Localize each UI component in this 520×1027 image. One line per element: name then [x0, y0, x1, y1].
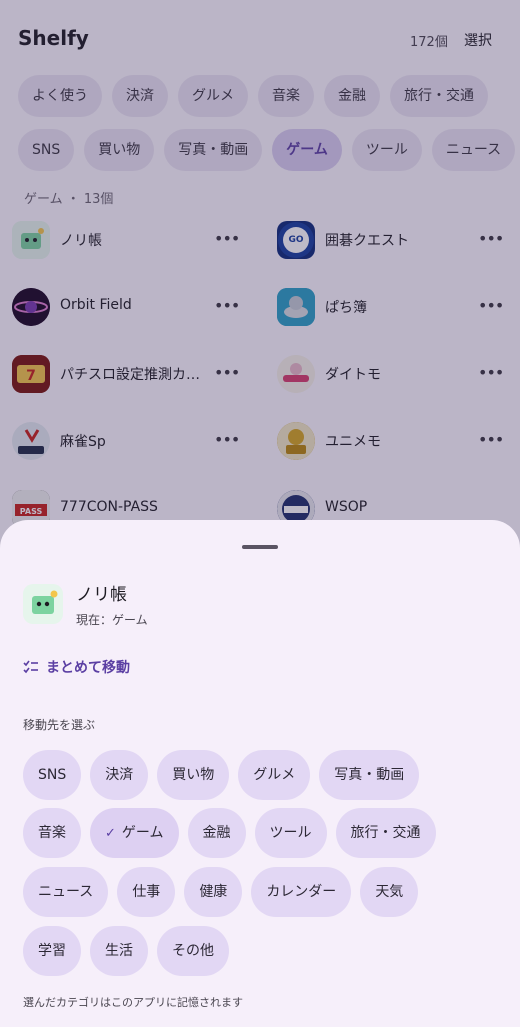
- destination-chip[interactable]: 金融: [187, 808, 246, 858]
- nori-cho-icon: [23, 584, 63, 624]
- current-category: 現在：ゲーム: [76, 613, 148, 627]
- check-icon: ✓: [105, 826, 116, 841]
- destination-chip[interactable]: 健康: [184, 867, 243, 917]
- destination-chip[interactable]: 写真・動画: [319, 750, 420, 800]
- destination-chip[interactable]: 買い物: [157, 750, 230, 800]
- destination-row-3: ニュース 仕事 健康 カレンダー 天気: [23, 867, 427, 917]
- destination-chip[interactable]: ツール: [254, 808, 327, 858]
- footnote: 選んだカテゴリはこのアプリに記憶されます: [23, 996, 243, 1009]
- destination-row-2: 音楽 ✓ ゲーム 金融 ツール 旅行・交通: [23, 808, 445, 858]
- destination-chip-label: ゲーム: [121, 825, 164, 841]
- destination-chip[interactable]: SNS: [23, 750, 82, 800]
- destination-chip[interactable]: 天気: [360, 867, 419, 917]
- destination-chip[interactable]: カレンダー: [251, 867, 352, 917]
- bulk-move-button[interactable]: まとめて移動: [22, 656, 130, 678]
- sheet-app-name: ノリ帳: [76, 585, 127, 605]
- destination-chip[interactable]: グルメ: [238, 750, 311, 800]
- checklist-icon: [23, 660, 38, 674]
- drag-handle[interactable]: [242, 545, 278, 549]
- destination-chip[interactable]: その他: [157, 926, 229, 976]
- destination-chip-selected[interactable]: ✓ ゲーム: [90, 808, 179, 858]
- destination-chip[interactable]: 仕事: [117, 867, 176, 917]
- move-category-sheet: ノリ帳 現在：ゲーム まとめて移動 移動先を選ぶ SNS 決済 買い物 グルメ 写真・動…: [0, 520, 520, 1027]
- destination-label: 移動先を選ぶ: [23, 718, 96, 732]
- bulk-move-label: まとめて移動: [46, 660, 130, 676]
- destination-row-1: SNS 決済 買い物 グルメ 写真・動画: [23, 750, 428, 800]
- destination-row-4: 学習 生活 その他: [23, 926, 238, 976]
- destination-chip[interactable]: 決済: [90, 750, 149, 800]
- destination-chip[interactable]: 旅行・交通: [335, 808, 436, 858]
- destination-chip[interactable]: 生活: [90, 926, 148, 976]
- destination-chip[interactable]: 学習: [23, 926, 81, 976]
- destination-chip[interactable]: ニュース: [23, 867, 109, 917]
- destination-chip[interactable]: 音楽: [23, 808, 81, 858]
